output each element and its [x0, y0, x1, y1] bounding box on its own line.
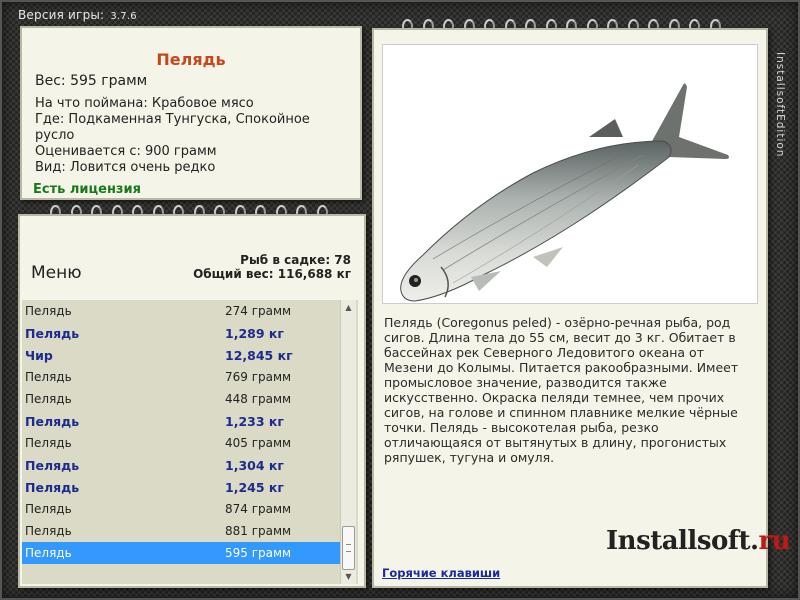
catch-fish-weight: 1,245 кг [225, 479, 284, 495]
catch-fish-weight: 12,845 кг [225, 347, 293, 363]
license-status: Есть лицензия [33, 182, 141, 197]
fish-count: Рыб в садке: 78 [240, 253, 351, 267]
catch-row[interactable]: Пелядь 1,289 кг [22, 322, 340, 344]
catch-list: Пелядь 274 грамм Пелядь 1,289 кг Чир 12,845 к… [22, 300, 358, 584]
fish-title: Пелядь [156, 50, 226, 69]
catch-list-scrollbar[interactable]: ▲ ▼ [340, 300, 356, 584]
catch-fish-name: Пелядь [25, 413, 80, 429]
catch-fish-weight: 769 грамм [225, 370, 292, 384]
installsoft-watermark: Installsoft.ru [606, 526, 791, 556]
catch-fish-weight: 1,304 кг [225, 457, 284, 473]
catch-fish-weight: 874 грамм [225, 502, 292, 516]
catch-fish-name: Пелядь [25, 524, 72, 538]
catch-fish-weight: 1,233 кг [225, 413, 284, 429]
catch-stats: Рыб в садке: 78 Общий вес: 116,688 кг [193, 253, 351, 281]
catch-fish-name: Пелядь [25, 370, 72, 384]
catch-fish-name: Пелядь [25, 479, 80, 495]
hotkeys-link[interactable]: Горячие клавиши [382, 566, 500, 580]
version-label: Версия игры: 3.7.6 [18, 8, 137, 22]
fish-encyclopedia-page: Пелядь (Coregonus peled) - озёрно-речная… [372, 28, 791, 588]
total-weight: Общий вес: 116,688 кг [193, 267, 351, 281]
fish-info-card: Пелядь Вес: 595 грамм На что поймана: Кр… [20, 26, 362, 200]
fish-image [382, 44, 758, 304]
catch-fish-name: Пелядь [25, 392, 72, 406]
location-line: Где: Подкаменная Тунгуска, Спокойное рус… [35, 112, 310, 143]
catch-row[interactable]: Пелядь 274 грамм [22, 300, 340, 322]
catch-fish-weight: 448 грамм [225, 392, 292, 406]
version-text: Версия игры: [18, 8, 105, 22]
catch-fish-name: Пелядь [25, 457, 80, 473]
scroll-up-arrow-icon[interactable]: ▲ [341, 300, 356, 315]
catch-fish-name: Пелядь [25, 304, 72, 318]
scroll-down-arrow-icon[interactable]: ▼ [341, 569, 356, 584]
catch-row[interactable]: Чир 12,845 кг [22, 344, 340, 366]
catch-fish-name: Пелядь [25, 325, 80, 341]
catch-fish-weight: 274 грамм [225, 304, 292, 318]
catch-fish-name: Пелядь [25, 546, 72, 560]
catch-fish-weight: 1,289 кг [225, 325, 284, 341]
version-number: 3.7.6 [110, 11, 137, 22]
menu-button[interactable]: Меню [31, 263, 82, 283]
edition-side-label: InstallsoftEdition [774, 52, 786, 158]
catch-fish-name: Пелядь [25, 436, 72, 450]
catch-fish-weight: 881 грамм [225, 524, 292, 538]
catch-fish-name: Пелядь [25, 502, 72, 516]
fish-details: На что поймана: Крабовое мясо Где: Подка… [35, 96, 353, 176]
catch-row[interactable]: Пелядь 405 грамм [22, 432, 340, 454]
fish-illustration [400, 83, 729, 302]
fish-description: Пелядь (Coregonus peled) - озёрно-речная… [384, 315, 739, 465]
catch-row[interactable]: Пелядь 1,304 кг [22, 454, 340, 476]
catch-row[interactable]: Пелядь 874 грамм [22, 498, 340, 520]
catch-fish-weight: 595 грамм [225, 546, 292, 560]
fish-weight: Вес: 595 грамм [35, 73, 148, 89]
catch-row[interactable]: Пелядь 1,245 кг [22, 476, 340, 498]
catch-fish-name: Чир [25, 347, 53, 363]
scroll-thumb[interactable] [342, 526, 355, 570]
value-line: Оценивается с: 900 грамм [35, 144, 217, 159]
catch-row[interactable]: Пелядь 769 грамм [22, 366, 340, 388]
catch-menu-card: Меню Рыб в садке: 78 Общий вес: 116,688 … [18, 214, 366, 588]
bait-line: На что поймана: Крабовое мясо [35, 96, 254, 111]
rarity-line: Вид: Ловится очень редко [35, 160, 216, 175]
catch-row[interactable]: Пелядь 448 грамм [22, 388, 340, 410]
catch-row[interactable]: Пелядь 881 грамм [22, 520, 340, 542]
catch-row[interactable]: Пелядь 1,233 кг [22, 410, 340, 432]
catch-fish-weight: 405 грамм [225, 436, 292, 450]
catch-row[interactable]: Пелядь 595 грамм [22, 542, 340, 564]
